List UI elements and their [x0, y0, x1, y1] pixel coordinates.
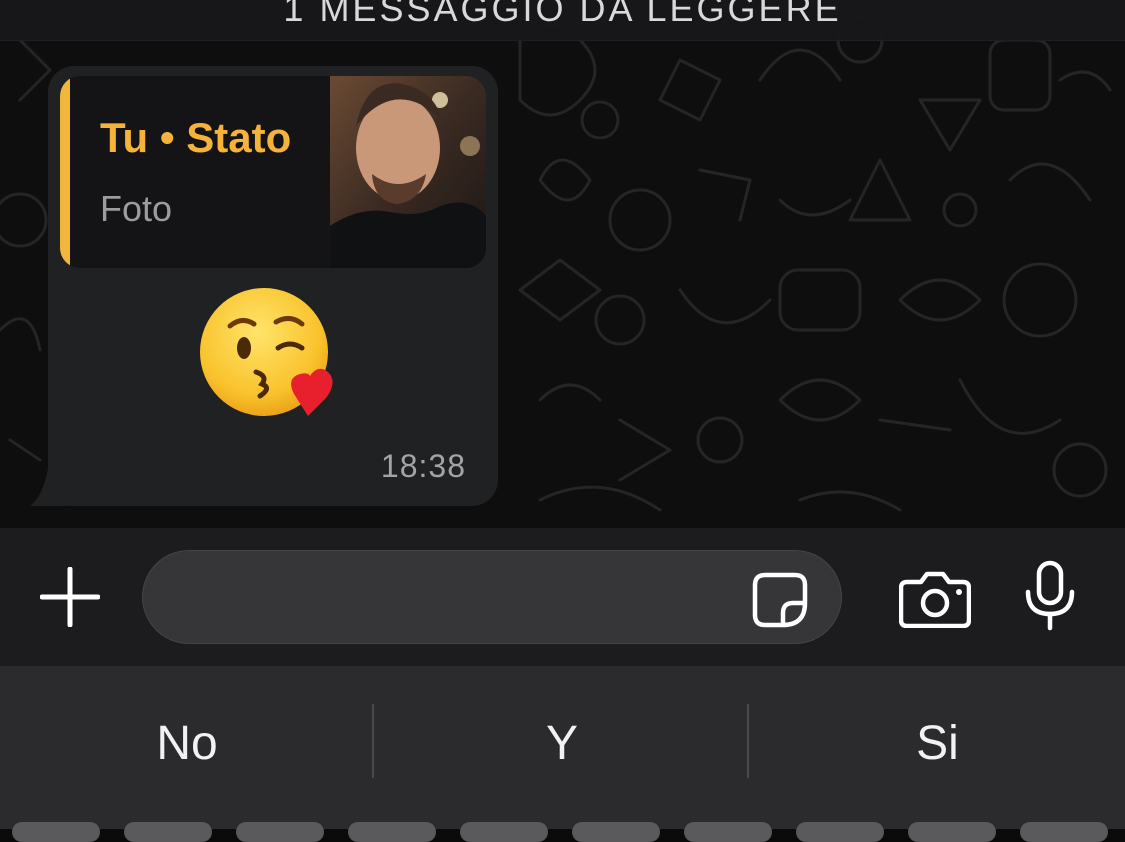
quote-subtitle: Foto — [100, 188, 173, 229]
unread-banner-label: 1 MESSAGGIO DA LEGGERE — [283, 0, 842, 29]
keyboard-key[interactable] — [908, 822, 996, 842]
chat-area[interactable]: 1 MESSAGGIO DA LEGGERE Tu • Stato Foto 1… — [0, 0, 1125, 528]
message-timestamp: 18:38 — [380, 448, 466, 484]
kissing-face-with-heart-emoji — [200, 288, 333, 416]
keyboard-key[interactable] — [348, 822, 436, 842]
suggestion-divider — [747, 704, 749, 778]
suggestion-y[interactable]: Y — [376, 714, 748, 774]
keyboard-key[interactable] — [796, 822, 884, 842]
message-bubble[interactable]: Tu • Stato Foto 18:38 — [48, 66, 498, 506]
keyboard-key[interactable] — [460, 822, 548, 842]
suggestion-no[interactable]: No — [0, 714, 374, 774]
keyboard-key[interactable] — [124, 822, 212, 842]
keyboard-key[interactable] — [12, 822, 100, 842]
suggestion-si[interactable]: Si — [750, 714, 1125, 774]
microphone-icon — [1025, 560, 1075, 631]
attach-plus-button[interactable] — [30, 564, 110, 630]
keyboard-key[interactable] — [572, 822, 660, 842]
keyboard-key[interactable] — [1020, 822, 1108, 842]
status-photo-thumbnail[interactable] — [330, 76, 486, 268]
unread-messages-banner: 1 MESSAGGIO DA LEGGERE — [0, 0, 1125, 41]
message-text-field[interactable] — [142, 550, 842, 644]
plus-icon — [40, 567, 100, 627]
sticker-button[interactable] — [748, 568, 812, 632]
message-input-bar — [0, 528, 1125, 666]
quote-title: Tu • Stato — [100, 114, 292, 161]
microphone-button[interactable] — [1016, 556, 1084, 636]
keyboard-key[interactable] — [236, 822, 324, 842]
quote-accent-bar — [60, 76, 70, 268]
sticker-icon — [752, 572, 808, 628]
quoted-status-reply[interactable]: Tu • Stato Foto — [60, 76, 486, 268]
keyboard-key[interactable] — [684, 822, 772, 842]
camera-icon — [899, 571, 971, 628]
keyboard-suggestion-bar: No Y Si — [0, 666, 1125, 829]
camera-button[interactable] — [890, 564, 980, 634]
suggestion-divider — [372, 704, 374, 778]
